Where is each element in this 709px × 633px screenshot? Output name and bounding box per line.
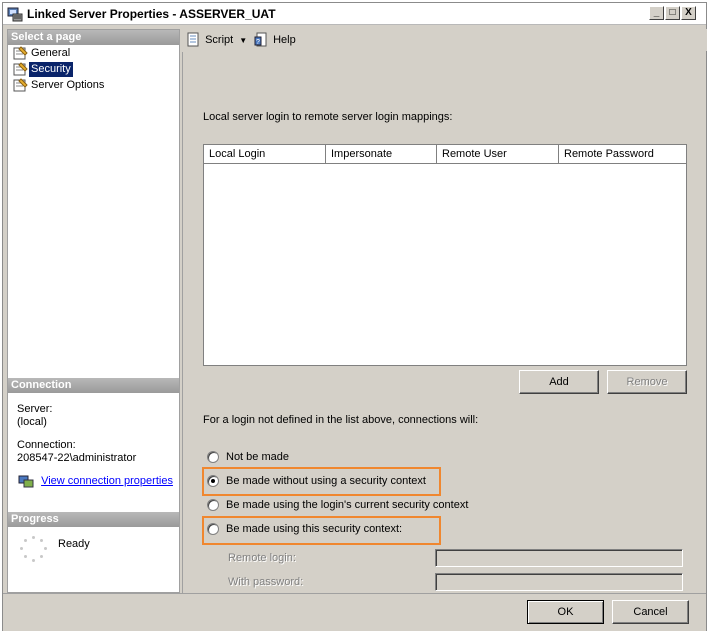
option-label: Not be made bbox=[226, 451, 289, 463]
connection-value: 208547-22\administrator bbox=[17, 452, 137, 464]
script-label: Script bbox=[205, 34, 234, 46]
progress-header: Progress bbox=[8, 512, 179, 527]
linked-server-properties-dialog: Linked Server Properties - ASSERVER_UAT … bbox=[2, 2, 707, 631]
minimize-button[interactable]: _ bbox=[649, 6, 664, 20]
password-label: With password: bbox=[228, 576, 304, 588]
page-item-label: Server Options bbox=[31, 79, 105, 91]
highlight-selected-option bbox=[202, 467, 441, 496]
page-item-label: Security bbox=[29, 62, 73, 77]
column-header-remote-user[interactable]: Remote User bbox=[437, 145, 559, 163]
right-panel: Script ▼ ? Help Local server login to re… bbox=[182, 29, 707, 593]
help-button[interactable]: ? Help bbox=[254, 32, 296, 48]
mappings-label: Local server login to remote server logi… bbox=[203, 111, 453, 123]
connections-label: For a login not defined in the list abov… bbox=[203, 414, 479, 426]
help-label: Help bbox=[273, 34, 296, 46]
server-label: Server: bbox=[17, 403, 53, 415]
remove-button[interactable]: Remove bbox=[607, 370, 687, 394]
connection-properties-icon bbox=[18, 475, 34, 488]
column-header-local-login[interactable]: Local Login bbox=[204, 145, 326, 163]
dialog-footer: OK Cancel bbox=[3, 593, 706, 631]
connection-header: Connection bbox=[8, 378, 179, 393]
column-header-remote-password[interactable]: Remote Password bbox=[559, 145, 686, 163]
script-icon bbox=[187, 32, 199, 47]
add-button[interactable]: Add bbox=[519, 370, 599, 394]
option-login-current-context[interactable]: Be made using the login's current securi… bbox=[207, 498, 468, 514]
window-title: Linked Server Properties - ASSERVER_UAT bbox=[27, 7, 276, 21]
remote-login-input[interactable] bbox=[435, 549, 683, 567]
script-dropdown-icon[interactable]: ▼ bbox=[239, 36, 247, 45]
help-icon: ? bbox=[254, 32, 267, 47]
ok-button[interactable]: OK bbox=[527, 600, 604, 624]
radio-not-be-made[interactable] bbox=[207, 451, 219, 464]
cancel-button[interactable]: Cancel bbox=[612, 600, 689, 624]
remote-login-label: Remote login: bbox=[228, 552, 296, 564]
progress-spinner-icon bbox=[18, 534, 50, 566]
view-connection-properties[interactable]: View connection properties bbox=[18, 475, 173, 488]
page-item-general[interactable]: General bbox=[12, 46, 72, 61]
radio-login-current-context[interactable] bbox=[207, 499, 219, 512]
connection-label: Connection: bbox=[17, 439, 76, 451]
page-icon bbox=[13, 78, 28, 92]
script-button[interactable]: Script ▼ bbox=[186, 32, 247, 48]
close-button[interactable]: X bbox=[681, 6, 696, 20]
highlight-security-context-option bbox=[202, 516, 441, 545]
server-value: (local) bbox=[17, 416, 47, 428]
page-item-label: General bbox=[31, 47, 71, 59]
password-input[interactable] bbox=[435, 573, 683, 591]
grid-header: Local Login Impersonate Remote User Remo… bbox=[204, 145, 686, 164]
page-icon bbox=[13, 62, 28, 76]
server-icon bbox=[7, 7, 23, 22]
page-item-security[interactable]: Security bbox=[12, 62, 73, 77]
toolbar: Script ▼ ? Help bbox=[182, 29, 707, 51]
left-panel: Select a page General Security Server Op… bbox=[7, 29, 180, 593]
page-icon bbox=[13, 46, 28, 60]
security-page: Local server login to remote server logi… bbox=[182, 52, 707, 593]
login-mappings-grid[interactable]: Local Login Impersonate Remote User Remo… bbox=[203, 144, 687, 366]
column-header-impersonate[interactable]: Impersonate bbox=[326, 145, 437, 163]
maximize-button[interactable]: □ bbox=[665, 6, 680, 20]
view-connection-link[interactable]: View connection properties bbox=[41, 475, 173, 487]
option-not-be-made[interactable]: Not be made bbox=[207, 450, 289, 466]
svg-text:?: ? bbox=[256, 39, 260, 46]
page-item-server-options[interactable]: Server Options bbox=[12, 78, 106, 93]
select-page-header: Select a page bbox=[8, 30, 179, 45]
title-bar: Linked Server Properties - ASSERVER_UAT … bbox=[3, 3, 706, 25]
progress-status: Ready bbox=[58, 538, 90, 550]
option-label: Be made using the login's current securi… bbox=[226, 499, 469, 511]
